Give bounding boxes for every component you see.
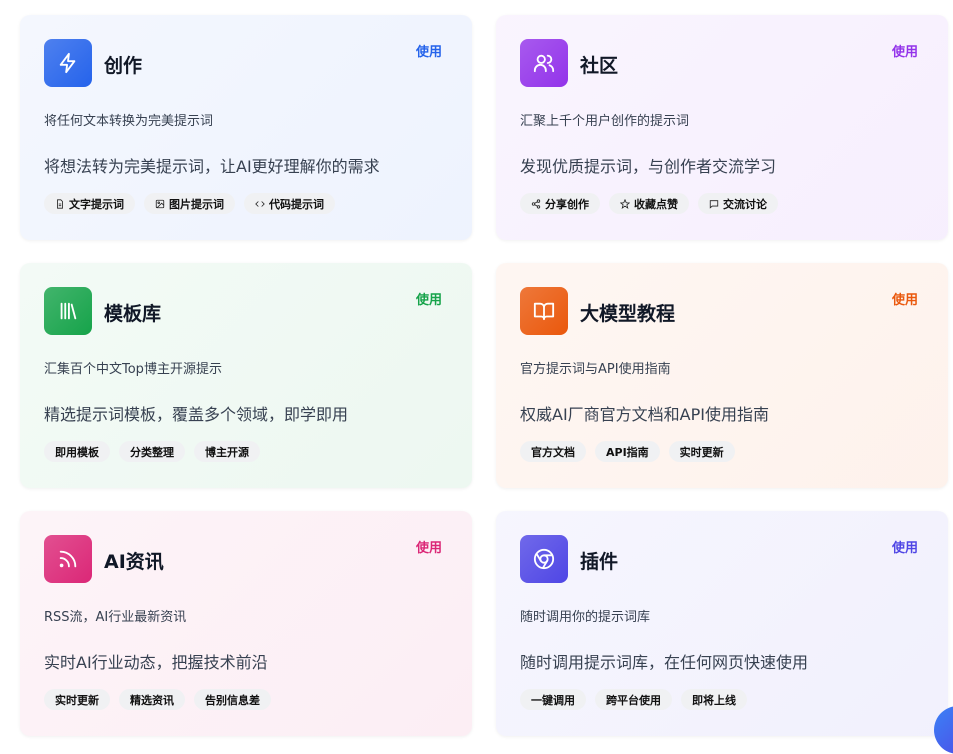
tag-label: 分享创作 (545, 197, 589, 211)
zap-icon (44, 39, 92, 87)
feature-tag: API指南 (595, 441, 660, 462)
feature-tag: 即将上线 (681, 689, 747, 710)
tag-label: 实时更新 (55, 693, 99, 707)
feature-tag: 代码提示词 (244, 193, 335, 214)
tag-label: 分类整理 (130, 445, 174, 459)
feature-tag: 博主开源 (194, 441, 260, 462)
feature-card-1[interactable]: 社区 使用 汇聚上千个用户创作的提示词 发现优质提示词，与创作者交流学习 分享创… (496, 15, 948, 240)
message-icon (709, 199, 719, 209)
card-title: 社区 (580, 55, 619, 77)
use-button[interactable]: 使用 (892, 289, 918, 308)
library-icon (44, 287, 92, 335)
card-subtitle: RSS流，AI行业最新资讯 (44, 610, 187, 625)
card-title: 插件 (580, 551, 619, 573)
tag-label: 官方文档 (531, 445, 575, 459)
tag-label: 代码提示词 (269, 197, 324, 211)
feature-tag: 跨平台使用 (595, 689, 672, 710)
tag-label: 文字提示词 (69, 197, 124, 211)
image-icon (155, 199, 165, 208)
use-button[interactable]: 使用 (892, 41, 918, 60)
card-title: AI资讯 (104, 551, 164, 573)
feature-grid: 创作 使用 将任何文本转换为完美提示词 将想法转为完美提示词，让AI更好理解你的… (20, 15, 948, 736)
tag-label: 精选资讯 (130, 693, 174, 707)
share-icon (531, 198, 541, 209)
feature-tag: 实时更新 (44, 689, 110, 710)
book-open-icon (520, 287, 568, 335)
card-description: 精选提示词模板，覆盖多个领域，即学即用 (44, 405, 349, 424)
feature-tag: 收藏点赞 (609, 193, 689, 214)
feature-tag: 文字提示词 (44, 193, 135, 214)
feature-tag: 分享创作 (520, 193, 600, 214)
card-subtitle: 将任何文本转换为完美提示词 (44, 114, 214, 129)
feature-card-5[interactable]: 插件 使用 随时调用你的提示词库 随时调用提示词库，在任何网页快速使用 一键调用… (496, 511, 948, 736)
tag-label: 收藏点赞 (634, 197, 678, 211)
feature-tag: 实时更新 (668, 441, 735, 462)
tag-label: 即将上线 (692, 693, 736, 707)
card-subtitle: 汇集百个中文Top博主开源提示 (44, 362, 222, 377)
feature-tag: 图片提示词 (144, 193, 235, 214)
feature-card-3[interactable]: 大模型教程 使用 官方提示词与API使用指南 权威AI厂商官方文档和API使用指… (496, 263, 948, 488)
feature-tag: 分类整理 (119, 441, 185, 462)
tag-label: 即用模板 (55, 445, 99, 459)
feature-card-4[interactable]: AI资讯 使用 RSS流，AI行业最新资讯 实时AI行业动态，把握技术前沿 实时… (20, 511, 472, 736)
card-description: 发现优质提示词，与创作者交流学习 (520, 157, 777, 176)
card-description: 随时调用提示词库，在任何网页快速使用 (520, 653, 809, 672)
feature-tag: 即用模板 (44, 441, 110, 462)
star-icon (620, 198, 630, 209)
feature-tag: 官方文档 (520, 441, 586, 462)
users-icon (520, 39, 568, 87)
tag-label: 告别信息差 (205, 693, 260, 707)
tag-list: 一键调用 跨平台使用 即将上线 (520, 689, 747, 710)
use-button[interactable]: 使用 (416, 41, 442, 60)
tag-label: 实时更新 (679, 445, 724, 459)
card-subtitle: 汇聚上千个用户创作的提示词 (520, 114, 690, 129)
feature-tag: 交流讨论 (698, 193, 778, 214)
tag-label: API指南 (606, 445, 649, 459)
feature-card-2[interactable]: 模板库 使用 汇集百个中文Top博主开源提示 精选提示词模板，覆盖多个领域，即学… (20, 263, 472, 488)
feature-card-0[interactable]: 创作 使用 将任何文本转换为完美提示词 将想法转为完美提示词，让AI更好理解你的… (20, 15, 472, 240)
use-button[interactable]: 使用 (416, 289, 442, 308)
card-description: 权威AI厂商官方文档和API使用指南 (520, 405, 769, 424)
card-subtitle: 随时调用你的提示词库 (520, 610, 651, 625)
card-title: 模板库 (104, 303, 162, 325)
card-description: 将想法转为完美提示词，让AI更好理解你的需求 (44, 157, 380, 176)
tag-label: 图片提示词 (169, 197, 224, 211)
tag-list: 官方文档 API指南 实时更新 (520, 441, 735, 462)
chrome-icon (520, 535, 568, 583)
tag-label: 交流讨论 (723, 197, 767, 211)
card-title: 大模型教程 (580, 303, 676, 325)
tag-label: 一键调用 (531, 693, 575, 707)
card-subtitle: 官方提示词与API使用指南 (520, 362, 671, 377)
tag-label: 博主开源 (205, 445, 249, 459)
tag-list: 实时更新 精选资讯 告别信息差 (44, 689, 271, 710)
rss-icon (44, 535, 92, 583)
tag-list: 即用模板 分类整理 博主开源 (44, 441, 260, 462)
code-icon (255, 200, 265, 207)
use-button[interactable]: 使用 (892, 537, 918, 556)
tag-list: 分享创作 收藏点赞 交流讨论 (520, 193, 778, 214)
card-description: 实时AI行业动态，把握技术前沿 (44, 653, 268, 672)
feature-tag: 告别信息差 (194, 689, 271, 710)
use-button[interactable]: 使用 (416, 537, 442, 556)
feature-tag: 精选资讯 (119, 689, 185, 710)
feature-tag: 一键调用 (520, 689, 586, 710)
file-text-icon (57, 198, 63, 209)
tag-label: 跨平台使用 (606, 693, 661, 707)
tag-list: 文字提示词 图片提示词 代码提示词 (44, 193, 335, 214)
card-title: 创作 (104, 55, 143, 77)
